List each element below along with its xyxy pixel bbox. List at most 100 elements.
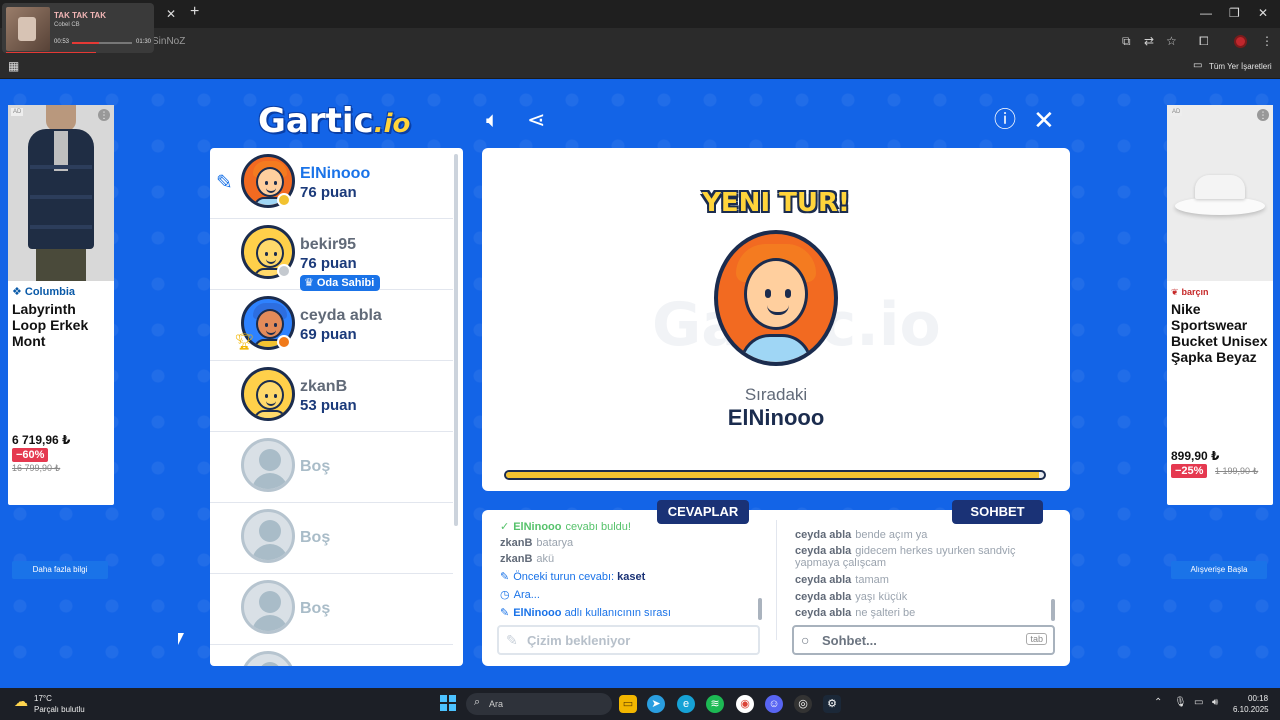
clock-icon: ◷ [500, 589, 510, 601]
info-icon[interactable]: ⓘ [994, 106, 1016, 134]
status-dot [277, 264, 291, 278]
player-row[interactable]: ✎ ElNinooo 76 puan [210, 148, 453, 219]
players-scrollbar[interactable] [454, 154, 458, 526]
start-icon[interactable] [440, 695, 456, 711]
microphone-icon[interactable]: 🎙︎ [1174, 697, 1187, 708]
empty-slot-label: Boş [300, 600, 331, 617]
weather-icon[interactable]: ☁ [14, 693, 28, 710]
chat-message: ceyda abla bende açım ya [795, 529, 928, 541]
media-title: TAK TAK TAK [54, 11, 106, 20]
drawing-pencil-icon: ✎ [216, 172, 233, 194]
telegram-icon[interactable]: ➤ [647, 695, 665, 713]
restore-icon[interactable]: ❐ [1229, 6, 1240, 20]
empty-slot-label: Boş [300, 529, 331, 546]
gartic-logo[interactable]: Gartic.io [258, 101, 410, 141]
chat-input[interactable]: ○ Sohbet... tab [792, 625, 1055, 655]
answer-message: ✎ Önceki turun cevabı: kaset [500, 571, 646, 583]
ad-right[interactable]: AD ⋮ ❦ barçın Nike Sportswear Bucket Unis… [1167, 105, 1273, 579]
player-name: zkanB [300, 378, 348, 395]
all-bookmarks-link[interactable]: Tüm Yer İşaretleri [1209, 62, 1272, 71]
apps-grid-icon[interactable]: ▦ [8, 59, 19, 73]
player-row[interactable]: bekir95 76 puan ♛ Oda Sahibi [210, 219, 453, 291]
ad-info-icon[interactable]: ⋮ [1257, 109, 1269, 121]
answer-message: zkanB batarya [500, 537, 574, 549]
window-close-icon[interactable]: ✕ [1258, 6, 1268, 20]
players-list: ✎ ElNinooo 76 puan bekir95 76 puan ♛ Oda … [210, 148, 463, 666]
chrome-icon[interactable]: ◉ [736, 695, 754, 713]
media-artist: Cobel CB [54, 22, 80, 28]
network-icon[interactable]: ▭ [1194, 697, 1203, 708]
tab-chat[interactable]: SOHBET [952, 500, 1043, 524]
taskbar-search[interactable]: ⌕ Ara [466, 693, 612, 715]
tab-answers[interactable]: CEVAPLAR [657, 500, 749, 524]
ad-badge: AD [11, 108, 24, 116]
ad-left[interactable]: AD ⋮ ❖ Columbia Labyrinth Loop Erkek Mont… [8, 105, 114, 579]
ad-title[interactable]: Labyrinth Loop Erkek Mont [12, 301, 112, 349]
ad-cta-button[interactable]: Daha fazla bilgi [12, 561, 108, 579]
minimize-icon[interactable]: — [1200, 6, 1212, 20]
clock-date[interactable]: 6.10.2025 [1233, 705, 1269, 714]
player-row[interactable]: 🏆︎ ceyda abla 69 puan [210, 290, 453, 361]
weather-temp[interactable]: 17°C [34, 694, 52, 703]
file-explorer-icon[interactable]: ▭ [619, 695, 637, 713]
ad-old-price: 16 799,90 ₺ [12, 463, 61, 473]
empty-slot: Boş [210, 432, 453, 503]
player-row[interactable]: zkanB 53 puan [210, 361, 453, 432]
chat-message: ceyda abla gidecem herkes uyurken sandviç… [795, 545, 1016, 569]
empty-slot: Boş [210, 503, 453, 574]
clock-time[interactable]: 00:18 [1248, 694, 1268, 703]
translate-icon[interactable]: ⇄ [1144, 34, 1154, 48]
pencil-icon: ✎ [500, 607, 510, 619]
discord-icon[interactable]: ☺ [765, 695, 783, 713]
new-tab-icon[interactable]: + [190, 3, 199, 21]
weather-desc[interactable]: Parçalı bulutlu [34, 705, 85, 714]
menu-dots-icon[interactable]: ⋮ [1261, 34, 1273, 48]
edge-icon[interactable]: e [677, 695, 695, 713]
chat-scrollbar[interactable] [1051, 599, 1055, 621]
url-text[interactable]: SinNoZ [152, 36, 185, 47]
answer-input-placeholder: Çizim bekleniyor [527, 633, 631, 648]
ad-cta-button[interactable]: Alışverişe Başla [1171, 561, 1267, 579]
avatar [241, 367, 295, 421]
ad-brand: ❦ barçın [1171, 287, 1209, 297]
steam-icon[interactable]: ⚙ [823, 695, 841, 713]
ad-product-image[interactable] [8, 105, 114, 281]
profile-avatar[interactable] [1234, 35, 1247, 48]
chat-message: ceyda abla yaşı küçük [795, 591, 908, 603]
bookmark-star-icon[interactable]: ☆ [1166, 34, 1177, 48]
close-tab-icon[interactable]: ✕ [166, 7, 176, 21]
spotify-icon[interactable]: ≋ [706, 695, 724, 713]
ad-product-image[interactable] [1167, 105, 1273, 281]
ad-info-icon[interactable]: ⋮ [98, 109, 110, 121]
answers-scrollbar[interactable] [758, 598, 762, 620]
ad-badge: AD [1170, 108, 1183, 116]
volume-icon[interactable]: 🔊︎ [1212, 697, 1218, 708]
pencil-icon: ✎ [500, 571, 510, 583]
ad-title[interactable]: Nike Sportswear Bucket Unisex Şapka Beya… [1171, 301, 1271, 365]
media-mini-player[interactable]: TAK TAK TAK Cobel CB 00:53 01:30 [2, 3, 154, 53]
install-app-icon[interactable]: ⧉ [1122, 34, 1131, 49]
media-thumbnail [6, 7, 50, 51]
browser-tab-bar: TAK TAK TAK Cobel CB 00:53 01:30 ✕ + — ❐… [0, 0, 1280, 53]
app-icon[interactable]: ◎ [794, 695, 812, 713]
extensions-icon[interactable]: ⧠ [1199, 34, 1209, 49]
close-game-icon[interactable]: ✕ [1033, 106, 1055, 134]
media-loading-bar [6, 52, 96, 53]
player-name: ElNinooo [300, 165, 371, 182]
chat-message: ceyda abla ne şalteri be [795, 607, 916, 619]
folder-icon: ▭ [1193, 60, 1203, 71]
ad-discount: −60% [12, 448, 49, 462]
share-icon[interactable]: ⋖ [527, 106, 545, 134]
empty-avatar [241, 509, 295, 563]
ad-brand: ❖ Columbia [12, 286, 75, 298]
empty-avatar [241, 651, 295, 666]
next-player-name: ElNinooo [727, 405, 825, 430]
sound-icon[interactable]: 🔈︎ [486, 106, 499, 134]
answer-input[interactable]: ✎ Çizim bekleniyor [497, 625, 760, 655]
player-score: 53 puan [300, 397, 357, 414]
media-seek-bar[interactable] [72, 42, 132, 44]
media-time-total: 01:30 [136, 39, 152, 45]
chat-message: ceyda abla tamam [795, 574, 889, 586]
tray-chevron-icon[interactable]: ⌃ [1154, 697, 1162, 708]
empty-slot: Boş [210, 574, 453, 645]
